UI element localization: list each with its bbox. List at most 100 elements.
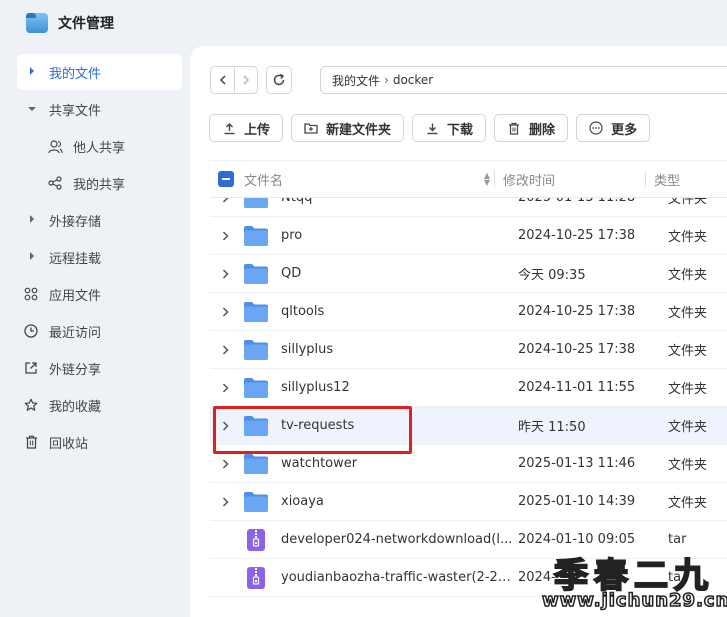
modified-time: 2024-10-25 17:38 [518, 342, 636, 357]
file-name[interactable]: developer024-networkdownload(l... [281, 532, 513, 547]
chevron-right-icon[interactable] [210, 306, 240, 317]
sidebar-item-label: 回收站 [49, 436, 89, 452]
file-type: 文件夹 [668, 458, 708, 473]
title-bar: 文件管理 [0, 0, 727, 46]
file-name[interactable]: watchtower [281, 456, 513, 471]
chevron-right-icon[interactable] [210, 268, 240, 279]
table-row[interactable]: Ntqq 2025-01-13 11:28 文件夹 [210, 198, 727, 217]
modified-time: 2025-01-13 11:28 [518, 198, 635, 205]
person-icon [47, 138, 63, 154]
new-folder-button[interactable]: 新建文件夹 [291, 114, 405, 142]
column-divider[interactable] [494, 171, 495, 187]
file-name[interactable]: xioaya [281, 494, 513, 509]
delete-label: 删除 [529, 122, 556, 138]
table-row[interactable]: sillyplus12 2024-11-01 11:55 文件夹 [210, 369, 727, 407]
file-type: 文件夹 [668, 420, 708, 435]
chevron-right-icon[interactable] [210, 344, 240, 355]
back-button[interactable] [211, 67, 234, 93]
file-name[interactable]: youdianbaozha-traffic-waster(2-2)... [281, 570, 513, 585]
upload-button[interactable]: 上传 [209, 114, 284, 142]
chevron-right-icon[interactable] [210, 382, 240, 393]
sidebar-item-label: 他人共享 [73, 140, 126, 156]
modified-time: 2024-01-10 09:05 [518, 532, 636, 547]
select-all-checkbox[interactable] [218, 171, 234, 187]
sort-icon[interactable]: ▲ ▼ [484, 172, 490, 187]
table-row[interactable]: QD 今天 09:35 文件夹 [210, 255, 727, 293]
column-type-header[interactable]: 类型 [654, 170, 680, 189]
breadcrumb[interactable]: 我的文件 › docker [320, 66, 727, 94]
nav-controls [210, 66, 292, 94]
sidebar-item[interactable]: 我的收藏 [17, 387, 182, 423]
chevron-right-icon[interactable] [210, 198, 240, 203]
watermark-url: www.jichun29.cn [541, 589, 727, 612]
caret-down-icon[interactable] [25, 105, 39, 114]
file-name[interactable]: qltools [281, 304, 513, 319]
refresh-icon [273, 73, 285, 86]
sidebar-item-label: 最近访问 [49, 325, 102, 341]
file-type: 文件夹 [668, 344, 708, 359]
modified-time: 2024-11-01 11:55 [518, 380, 636, 395]
folder-icon [243, 377, 269, 399]
sidebar-item[interactable]: 他人共享 [17, 128, 182, 164]
chevron-right-icon[interactable] [210, 496, 240, 507]
folder-icon [243, 453, 269, 475]
file-type: tar [668, 532, 687, 547]
folder-icon [243, 263, 269, 285]
breadcrumb-root[interactable]: 我的文件 [332, 72, 380, 89]
delete-button[interactable]: 删除 [494, 114, 569, 142]
caret-right-icon[interactable] [25, 252, 39, 262]
sidebar-item[interactable]: 应用文件 [17, 276, 182, 312]
file-name[interactable]: pro [281, 228, 513, 243]
chevron-right-icon[interactable] [210, 230, 240, 241]
table-row[interactable]: sillyplus 2024-10-25 17:38 文件夹 [210, 331, 727, 369]
trash-icon [23, 434, 39, 450]
table-row[interactable]: xioaya 2025-01-10 14:39 文件夹 [210, 483, 727, 521]
forward-button[interactable] [234, 67, 257, 93]
column-name-label: 文件名 [244, 173, 284, 189]
folder-icon [243, 491, 269, 513]
column-name-header[interactable]: 文件名 ▲ ▼ [244, 170, 494, 189]
file-name[interactable]: sillyplus [281, 342, 513, 357]
sidebar-item[interactable]: 我的文件 [17, 54, 182, 90]
download-button[interactable]: 下载 [412, 114, 487, 142]
sidebar-item-label: 共享文件 [49, 103, 102, 119]
archive-file-icon [243, 528, 269, 551]
caret-right-icon[interactable] [25, 215, 39, 225]
sidebar-item[interactable]: 最近访问 [17, 313, 182, 349]
modified-time: 2025-01-10 14:39 [518, 494, 636, 509]
file-name[interactable]: Ntqq [281, 198, 513, 205]
chevron-right-icon[interactable] [210, 458, 240, 469]
sidebar-item[interactable]: 我的共享 [17, 165, 182, 201]
download-icon [425, 121, 439, 135]
download-label: 下载 [447, 122, 474, 138]
sidebar: 我的文件共享文件他人共享我的共享 外接存储远程挂载应用文件最近访问外链分享 我的收藏… [0, 46, 190, 617]
folder-icon [243, 198, 269, 209]
sidebar-item[interactable]: 外接存储 [17, 202, 182, 238]
sidebar-item-label: 远程挂载 [49, 251, 102, 267]
column-divider[interactable] [645, 171, 646, 187]
modified-time: 昨天 11:50 [518, 420, 586, 435]
caret-right-icon[interactable] [25, 67, 39, 77]
history-buttons [210, 66, 258, 94]
table-row[interactable]: qltools 2024-10-25 17:38 文件夹 [210, 293, 727, 331]
table-header: 文件名 ▲ ▼ 修改时间 类型 [210, 160, 727, 198]
folder-icon [243, 301, 269, 323]
sidebar-item[interactable]: 远程挂载 [17, 239, 182, 275]
file-name[interactable]: QD [281, 266, 513, 281]
sidebar-item[interactable]: 回收站 [17, 424, 182, 460]
file-type: 文件夹 [668, 198, 708, 207]
folder-app-icon [26, 13, 48, 33]
refresh-button[interactable] [266, 66, 292, 94]
table-row[interactable]: pro 2024-10-25 17:38 文件夹 [210, 217, 727, 255]
upload-icon [222, 121, 236, 135]
sidebar-item[interactable]: 外链分享 [17, 350, 182, 386]
more-icon [589, 121, 603, 135]
sidebar-item[interactable]: 共享文件 [17, 91, 182, 127]
chevron-left-icon [219, 75, 226, 85]
column-modified-header[interactable]: 修改时间 [503, 170, 645, 189]
breadcrumb-current[interactable]: docker [393, 73, 433, 87]
file-name[interactable]: sillyplus12 [281, 380, 513, 395]
breadcrumb-separator: › [384, 73, 389, 87]
main-panel: 我的文件 › docker 上传 新建文件夹 下载 删除 更多 文件名 ▲▼ [190, 46, 727, 617]
more-button[interactable]: 更多 [576, 114, 651, 142]
